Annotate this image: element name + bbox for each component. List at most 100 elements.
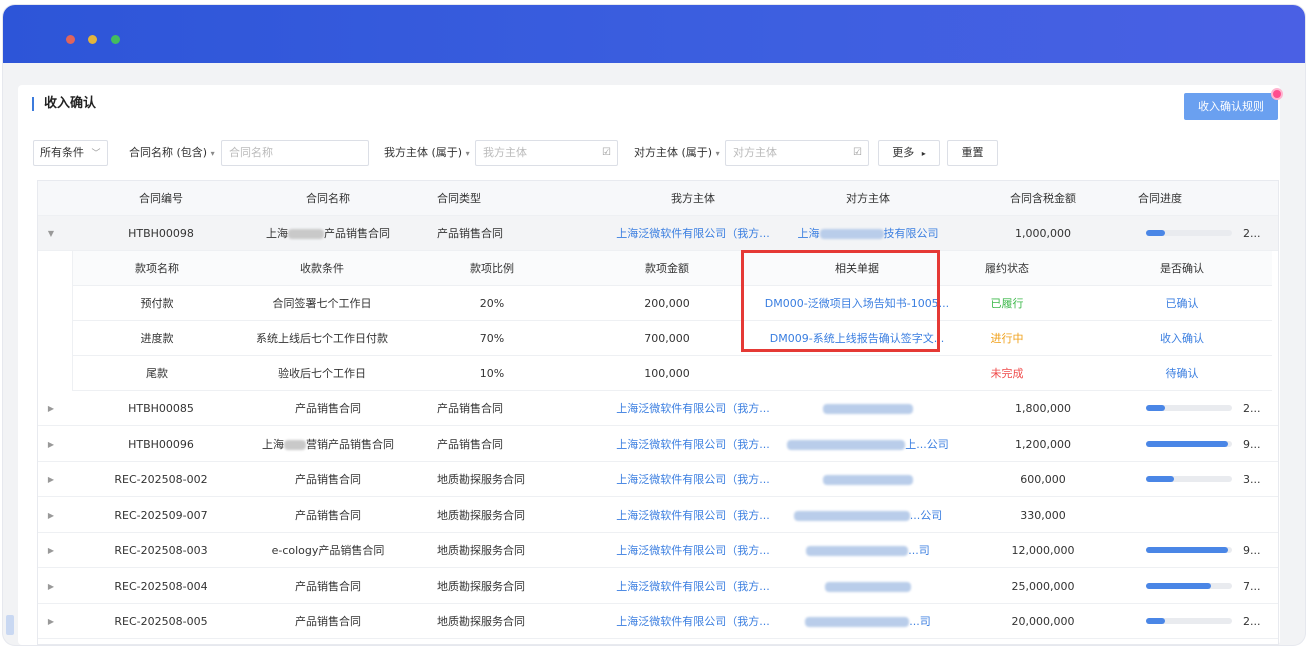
confirm-revenue-link[interactable]: 收入确认 [1122,321,1242,356]
expand-arrow-icon[interactable]: ▶ [44,569,58,604]
related-doc-link[interactable] [762,356,952,391]
contract-name-prefix: 上海 [262,437,284,451]
contract-amount: 1,200,000 [1015,437,1071,451]
our-entity-link[interactable]: 上海泛微软件有限公司（我方... [608,462,778,497]
our-entity-input[interactable]: 我方主体 ☑ [475,140,618,166]
counter-entity-link[interactable]: 上海 技有限公司 [778,216,958,251]
our-entity-link[interactable]: 上海泛微软件有限公司（我方... [608,569,778,604]
counter-entity-link[interactable] [778,569,958,604]
header-our-entity: 我方主体 [671,192,715,205]
sub-amount: 100,000 [644,367,690,380]
contract-type: 产品销售合同 [437,402,503,415]
contract-name-suffix: 营销产品销售合同 [306,437,394,451]
counter-entity-filter-label[interactable]: 对方主体 (属于) ▾ [634,140,720,166]
contract-name: 产品销售合同 [295,402,361,415]
progress-text: 2... [1243,227,1261,240]
our-entity-link[interactable]: 上海泛微软件有限公司（我方... [608,216,778,251]
our-entity-link[interactable]: 上海泛微软件有限公司（我方... [608,427,778,462]
contract-type: 产品销售合同 [437,437,503,451]
table-row[interactable]: ▶ REC-202508-002 产品销售合同 地质勘探服务合同 上海泛微软件有限公司（… [38,462,1278,497]
condition-label: 所有条件 [40,146,84,159]
table-row[interactable]: ▶ REC-202508-004 产品销售合同 地质勘探服务合同 上海泛微软件有限公司（… [38,569,1278,604]
contract-name-filter-text: 合同名称 (包含) [129,146,208,159]
collapse-arrow-icon[interactable]: ▼ [44,216,58,251]
highlight-box [741,250,940,352]
expand-arrow-icon[interactable]: ▶ [44,462,58,497]
table-row[interactable]: ▶ HTBH00096 上海 营销产品销售合同 产品销售合同 上海泛微软件有限公司（我方.… [38,427,1278,462]
expand-arrow-icon[interactable]: ▶ [44,498,58,533]
counter-entity-link[interactable]: ...司 [778,533,958,568]
our-entity-link[interactable]: 上海泛微软件有限公司（我方... [608,533,778,568]
counter-entity-link[interactable]: 上...公司 [778,427,958,462]
expand-arrow-icon[interactable]: ▶ [44,427,58,462]
contract-type: 地质勘探服务合同 [437,508,525,522]
contract-id: REC-202508-004 [114,579,208,593]
header-progress: 合同进度 [1138,192,1182,205]
caret-down-icon: ▾ [715,149,720,158]
sub-header-confirm: 是否确认 [1160,262,1204,275]
counter-entity-link[interactable]: ...司 [778,604,958,639]
select-icon: ☑ [602,147,611,158]
table-row-expanded[interactable]: ▼ HTBH00098 上海 产品销售合同 产品销售合同 上海泛微软件有限公司（我… [38,216,1278,251]
subtable-header: 款项名称 收款条件 款项比例 款项金额 相关单据 履约状态 是否确认 [72,251,1272,286]
contract-type: 地质勘探服务合同 [437,615,525,628]
contract-id: REC-202508-005 [114,615,208,628]
counter-entity-text: ...司 [908,544,930,557]
main-panel: 收入确认 收入确认规则 所有条件 ﹀ 合同名称 (包含) ▾ 合同名称 我方主体… [18,85,1283,645]
our-entity-link[interactable]: 上海泛微软件有限公司（我方... [608,498,778,533]
reset-button[interactable]: 重置 [947,140,998,166]
contract-id: HTBH00096 [128,437,194,451]
condition-select[interactable]: 所有条件 ﹀ [33,140,108,166]
progress-text: 9... [1243,437,1261,451]
table-row[interactable]: ▶ REC-202508-003 e-cology产品销售合同 地质勘探服务合同 上海泛… [38,533,1278,568]
table-row[interactable]: ▶ REC-202509-007 产品销售合同 地质勘探服务合同 上海泛微软件有限公司（… [38,498,1278,533]
redacted-text [787,439,906,450]
confirm-status[interactable]: 已确认 [1122,286,1242,321]
expand-arrow-icon[interactable]: ▶ [44,533,58,568]
progress-text: 2... [1243,402,1261,415]
fulfillment-status: 已履行 [990,297,1024,310]
table-row[interactable]: ▶ REC-202508-005 产品销售合同 地质勘探服务合同 上海泛微软件有限公司（… [38,604,1278,639]
confirm-status[interactable]: 待确认 [1122,356,1242,391]
header-contract-type: 合同类型 [437,192,481,205]
maximize-dot[interactable] [111,35,120,44]
progress-bar [1146,440,1232,447]
expand-arrow-icon[interactable]: ▶ [44,391,58,426]
sub-ratio: 20% [479,297,505,310]
minimize-dot[interactable] [88,35,97,44]
sub-condition: 合同签署七个工作日 [272,297,372,310]
progress-fill [1146,440,1228,447]
our-entity-link[interactable]: 上海泛微软件有限公司（我方... [608,604,778,639]
contract-name: 产品销售合同 [295,579,361,593]
contract-amount: 330,000 [1020,508,1066,522]
progress-text: 7... [1243,579,1261,593]
contract-amount: 12,000,000 [1011,544,1075,557]
redacted-text [825,581,911,592]
progress-text: 2... [1243,615,1261,628]
our-entity-link[interactable]: 上海泛微软件有限公司（我方... [608,391,778,426]
counter-entity-filter-text: 对方主体 (属于) [634,146,713,159]
contract-name: 产品销售合同 [295,473,361,486]
contract-type: 产品销售合同 [437,227,503,240]
our-entity-filter-label[interactable]: 我方主体 (属于) ▾ [384,140,470,166]
sub-item-name: 预付款 [140,297,174,310]
sub-header-status: 履约状态 [985,262,1029,275]
revenue-rule-button[interactable]: 收入确认规则 [1184,93,1278,120]
redacted-text [823,404,913,414]
contract-id: REC-202509-007 [114,508,208,522]
counter-entity-link[interactable]: ...公司 [778,498,958,533]
caret-down-icon: ▾ [210,149,215,158]
contract-name-filter-label[interactable]: 合同名称 (包含) ▾ [129,140,215,166]
side-handle[interactable] [6,615,14,635]
counter-entity-link[interactable] [778,391,958,426]
table-row[interactable]: ▶ HTBH00085 产品销售合同 产品销售合同 上海泛微软件有限公司（我方... 1,… [38,391,1278,426]
counter-entity-link[interactable] [778,462,958,497]
contract-name: e-cology产品销售合同 [271,544,385,557]
expand-arrow-icon[interactable]: ▶ [44,604,58,639]
contract-name-input[interactable]: 合同名称 [221,140,369,166]
close-dot[interactable] [66,35,75,44]
progress-bar [1146,230,1232,236]
more-button[interactable]: 更多 ▸ [878,140,940,166]
redacted-text [819,229,884,239]
counter-entity-input[interactable]: 对方主体 ☑ [725,140,869,166]
